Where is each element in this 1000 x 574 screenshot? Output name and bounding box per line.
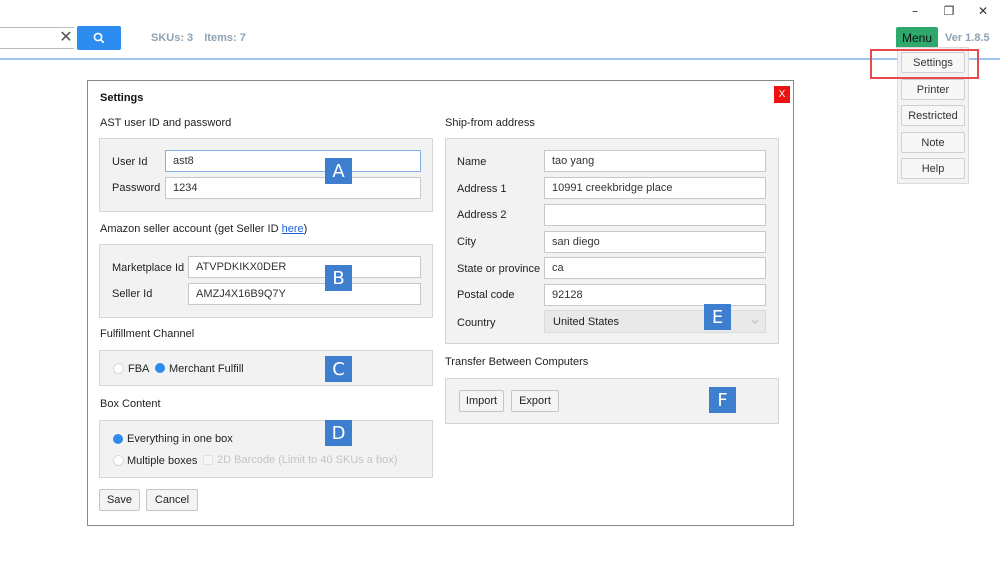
window-controls: – ❐ ✕: [890, 0, 1000, 22]
address2-input[interactable]: [544, 204, 766, 226]
ship-from-section-label: Ship-from address: [445, 117, 535, 129]
version-label: Ver 1.8.5: [945, 32, 990, 44]
address2-label: Address 2: [457, 209, 507, 221]
annotation-badge-c: C: [325, 356, 352, 382]
address1-input[interactable]: [544, 177, 766, 199]
skus-count: SKUs: 3: [151, 32, 194, 44]
annotation-badge-f: F: [709, 387, 736, 413]
country-select[interactable]: United States: [544, 310, 766, 333]
minimize-button[interactable]: –: [898, 0, 932, 22]
menu-button[interactable]: Menu: [896, 27, 938, 48]
multiple-boxes-label: Multiple boxes: [127, 455, 198, 467]
fba-radio[interactable]: [113, 363, 124, 374]
barcode-checkbox[interactable]: [203, 455, 213, 465]
barcode-label: 2D Barcode (Limit to 40 SKUs a box): [217, 454, 398, 466]
menu-item-help[interactable]: Help: [901, 158, 965, 179]
amazon-section-text: Amazon seller account (get Seller ID: [100, 223, 282, 235]
one-box-label: Everything in one box: [127, 433, 233, 445]
user-id-input[interactable]: [165, 150, 421, 172]
state-label: State or province: [457, 263, 541, 275]
close-window-button[interactable]: ✕: [966, 0, 1000, 22]
amazon-section-suffix: ): [303, 223, 308, 235]
address1-label: Address 1: [457, 183, 507, 195]
annotation-badge-d: D: [325, 420, 352, 446]
cancel-button[interactable]: Cancel: [146, 489, 198, 511]
name-input[interactable]: [544, 150, 766, 172]
state-input[interactable]: [544, 257, 766, 279]
ast-section-label: AST user ID and password: [100, 117, 232, 129]
toolbar-divider: [0, 58, 1000, 60]
close-dialog-button[interactable]: X: [774, 86, 790, 103]
fba-label: FBA: [128, 363, 150, 375]
name-label: Name: [457, 156, 487, 168]
search-button[interactable]: [77, 26, 121, 50]
fulfillment-section-label: Fulfillment Channel: [100, 328, 195, 340]
annotation-badge-e: E: [704, 304, 731, 330]
seller-id-label: Seller Id: [112, 288, 153, 300]
save-button[interactable]: Save: [99, 489, 140, 511]
marketplace-id-label: Marketplace Id: [112, 262, 185, 274]
marketplace-id-input[interactable]: [188, 256, 421, 278]
annotation-badge-a: A: [325, 158, 352, 184]
menu-item-restricted[interactable]: Restricted: [901, 105, 965, 126]
box-content-group: [99, 420, 433, 478]
settings-highlight-box: [870, 49, 979, 79]
amazon-section-label: Amazon seller account (get Seller ID her…: [100, 223, 307, 235]
merchant-fulfill-label: Merchant Fulfill: [169, 363, 244, 375]
box-content-section-label: Box Content: [100, 398, 161, 410]
dialog-title: Settings: [100, 92, 144, 104]
city-label: City: [457, 236, 476, 248]
password-label: Password: [112, 182, 161, 194]
order-stats: SKUs: 3 Items: 7: [151, 32, 254, 44]
country-label: Country: [457, 317, 496, 329]
export-button[interactable]: Export: [511, 390, 559, 412]
search-icon: [93, 32, 105, 44]
postal-code-label: Postal code: [457, 289, 515, 301]
country-select-value: United States: [553, 316, 620, 328]
seller-id-help-link[interactable]: here: [282, 223, 304, 235]
user-id-label: User Id: [112, 156, 148, 168]
items-count: Items: 7: [204, 32, 246, 44]
chevron-down-icon: [751, 319, 759, 324]
import-button[interactable]: Import: [459, 390, 504, 412]
seller-id-input[interactable]: [188, 283, 421, 305]
one-box-radio[interactable]: [113, 434, 123, 444]
multiple-boxes-radio[interactable]: [113, 455, 124, 466]
restore-button[interactable]: ❐: [932, 0, 966, 22]
clear-search-icon[interactable]: ✕: [58, 29, 74, 47]
merchant-fulfill-radio[interactable]: [155, 363, 165, 373]
annotation-badge-b: B: [325, 265, 352, 291]
postal-code-input[interactable]: [544, 284, 766, 306]
menu-item-note[interactable]: Note: [901, 132, 965, 153]
city-input[interactable]: [544, 231, 766, 253]
password-input[interactable]: [165, 177, 421, 199]
transfer-section-label: Transfer Between Computers: [445, 356, 589, 368]
menu-item-printer[interactable]: Printer: [901, 79, 965, 100]
